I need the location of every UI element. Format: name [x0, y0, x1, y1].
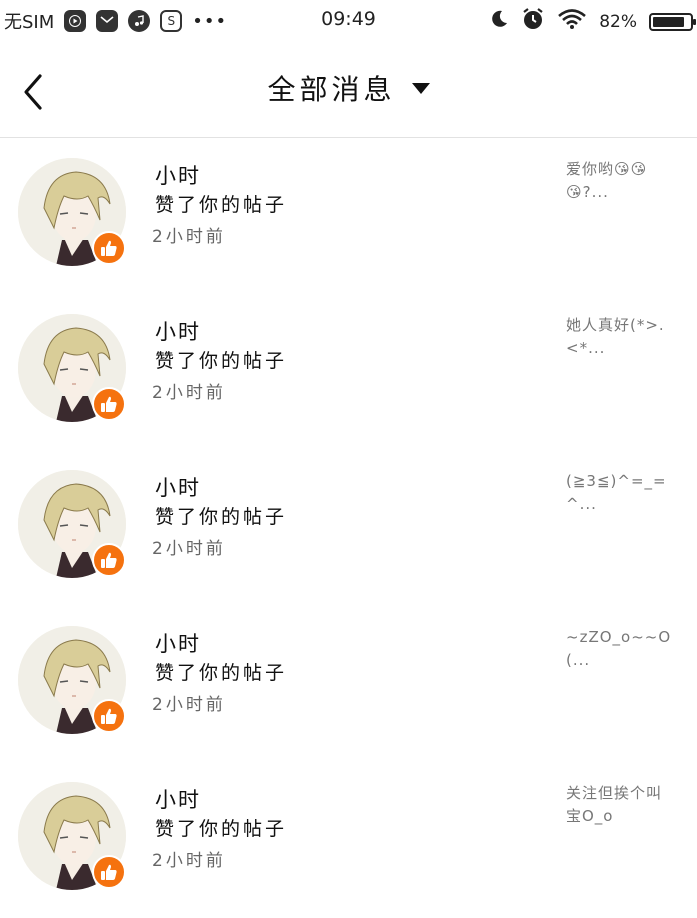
message-time: 2小时前	[152, 383, 226, 403]
moon-icon	[489, 9, 509, 34]
message-time: 2小时前	[152, 539, 226, 559]
message-time: 2小时前	[152, 227, 226, 247]
message-action: 赞了你的帖子	[155, 818, 288, 840]
battery-fill	[653, 16, 684, 27]
message-time: 2小时前	[152, 851, 226, 871]
thumbs-up-icon	[92, 387, 126, 421]
status-bar: 无SIM S ••• 09:49 82%	[0, 0, 697, 38]
thumbs-up-icon	[92, 855, 126, 889]
message-time: 2小时前	[152, 695, 226, 715]
thumbs-up-icon	[92, 543, 126, 577]
sender-name: 小时	[155, 164, 201, 188]
post-preview: ~zZO_o~~O(...	[566, 628, 672, 669]
message-filter-dropdown[interactable]: 全部消息	[267, 68, 430, 108]
post-preview: 关注但挨个叫宝O_o	[566, 784, 663, 825]
message-item[interactable]: 小时 赞了你的帖子 2小时前 (≧3≦)^=_=^...	[0, 450, 697, 606]
sender-name: 小时	[155, 320, 201, 344]
post-preview: 她人真好(*>.<*...	[566, 316, 665, 357]
message-item[interactable]: 小时 赞了你的帖子 2小时前 ~zZO_o~~O(...	[0, 606, 697, 762]
message-item[interactable]: 小时 赞了你的帖子 2小时前 关注但挨个叫宝O_o	[0, 762, 697, 918]
thumbs-up-icon	[92, 231, 126, 265]
sender-name: 小时	[155, 632, 201, 656]
page-title: 全部消息	[267, 73, 396, 106]
nav-header: 全部消息	[0, 38, 697, 138]
post-preview: 爱你哟😘😘😘?...	[566, 160, 648, 201]
sender-name: 小时	[155, 788, 201, 812]
sender-name: 小时	[155, 476, 201, 500]
message-action: 赞了你的帖子	[155, 350, 288, 372]
status-right: 82%	[489, 7, 696, 36]
caret-down-icon	[411, 82, 430, 94]
battery-percent: 82%	[599, 11, 637, 32]
message-action: 赞了你的帖子	[155, 506, 288, 528]
post-preview: (≧3≦)^=_=^...	[566, 472, 667, 513]
battery-icon	[649, 12, 696, 31]
message-action: 赞了你的帖子	[155, 662, 288, 684]
message-list: 小时 赞了你的帖子 2小时前 爱你哟😘😘😘?... 小时 赞了你的帖子 2小时前…	[0, 138, 697, 918]
message-action: 赞了你的帖子	[155, 194, 288, 216]
alarm-icon	[521, 7, 545, 36]
wifi-icon	[557, 8, 587, 35]
page-title-area: 全部消息	[0, 68, 697, 108]
thumbs-up-icon	[92, 699, 126, 733]
message-item[interactable]: 小时 赞了你的帖子 2小时前 爱你哟😘😘😘?...	[0, 138, 697, 294]
message-item[interactable]: 小时 赞了你的帖子 2小时前 她人真好(*>.<*...	[0, 294, 697, 450]
